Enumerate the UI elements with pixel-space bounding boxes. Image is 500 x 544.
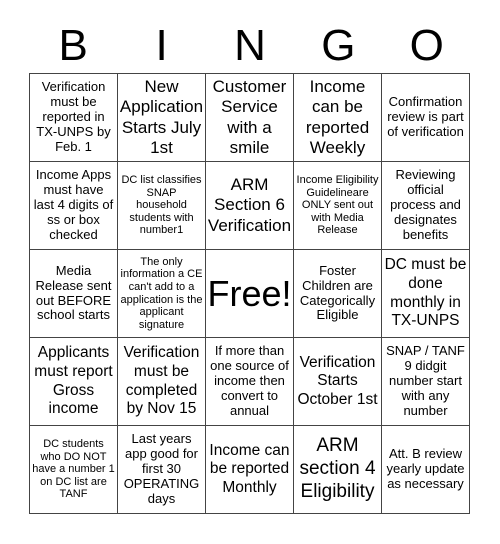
- bingo-cell[interactable]: SNAP / TANF 9 didgit number start with a…: [382, 338, 470, 426]
- bingo-cell[interactable]: The only information a CE can't add to a…: [118, 250, 206, 338]
- bingo-cell[interactable]: Verification must be reported in TX-UNPS…: [30, 74, 118, 162]
- header-letter-i: I: [155, 21, 168, 70]
- bingo-cell[interactable]: New Application Starts July 1st: [118, 74, 206, 162]
- bingo-cell[interactable]: Income Eligibility Guidelineare ONLY sen…: [294, 162, 382, 250]
- bingo-cell[interactable]: ARM Section 6 Verification: [206, 162, 294, 250]
- bingo-cell[interactable]: DC students who DO NOT have a number 1 o…: [30, 426, 118, 514]
- bingo-cell[interactable]: Verification must be completed by Nov 15: [118, 338, 206, 426]
- bingo-cell[interactable]: DC must be done monthly in TX-UNPS: [382, 250, 470, 338]
- bingo-cell[interactable]: Customer Service with a smile: [206, 74, 294, 162]
- bingo-cell[interactable]: Applicants must report Gross income: [30, 338, 118, 426]
- bingo-cell[interactable]: DC list classifies SNAP household studen…: [118, 162, 206, 250]
- bingo-cell[interactable]: Att. B review yearly update as necessary: [382, 426, 470, 514]
- bingo-cell[interactable]: Income Apps must have last 4 digits of s…: [30, 162, 118, 250]
- free-space[interactable]: Free!: [206, 250, 294, 338]
- bingo-cell[interactable]: Reviewing official process and designate…: [382, 162, 470, 250]
- bingo-cell[interactable]: ARM section 4 Eligibility: [294, 426, 382, 514]
- bingo-header: B I N G O: [29, 20, 471, 72]
- bingo-cell[interactable]: Verification Starts October 1st: [294, 338, 382, 426]
- header-letter-n: N: [234, 21, 266, 70]
- bingo-cell[interactable]: Foster Children are Categorically Eligib…: [294, 250, 382, 338]
- bingo-cell[interactable]: Media Release sent out BEFORE school sta…: [30, 250, 118, 338]
- header-letter-b: B: [58, 21, 88, 70]
- bingo-cell[interactable]: Confirmation review is part of verificat…: [382, 74, 470, 162]
- bingo-cell[interactable]: If more than one source of income then c…: [206, 338, 294, 426]
- bingo-cell[interactable]: Last years app good for first 30 OPERATI…: [118, 426, 206, 514]
- bingo-grid: Verification must be reported in TX-UNPS…: [29, 73, 470, 514]
- header-letter-g: G: [321, 21, 356, 70]
- header-letter-o: O: [409, 21, 444, 70]
- bingo-cell[interactable]: Income can be reported Weekly: [294, 74, 382, 162]
- bingo-cell[interactable]: Income can be reported Monthly: [206, 426, 294, 514]
